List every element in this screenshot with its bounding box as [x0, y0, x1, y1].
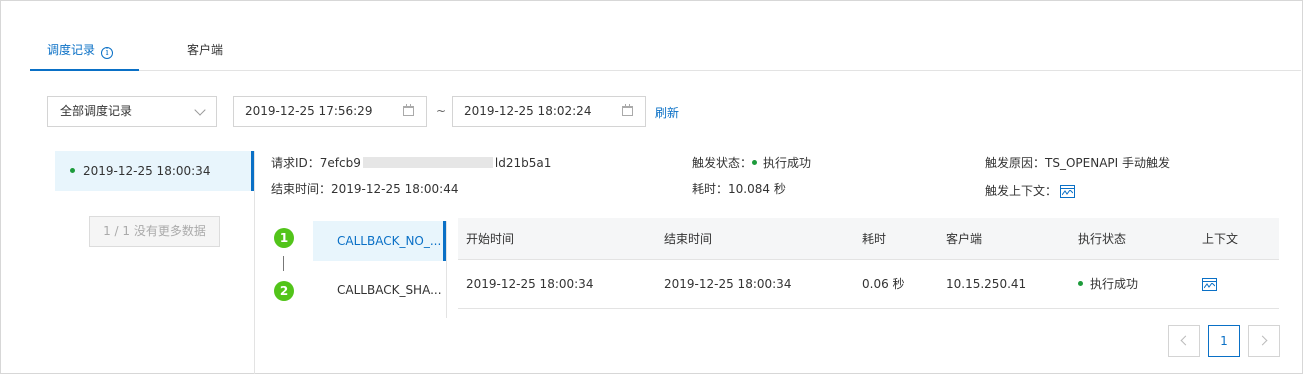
record-list-item[interactable]: 2019-12-25 18:00:34 — [55, 151, 254, 191]
status-dot — [1078, 281, 1083, 286]
step-item-callback-sha[interactable]: CALLBACK_SHA... — [313, 270, 446, 310]
cell-client: 10.15.250.41 — [946, 277, 1027, 291]
step-number: 2 — [274, 281, 294, 301]
request-id: 请求ID：7efcb9 ld21b5a1 — [271, 156, 552, 170]
column-end-time: 结束时间 — [664, 232, 713, 246]
duration: 耗时：10.084 秒 — [692, 182, 786, 196]
record-time: 2019-12-25 18:00:34 — [83, 164, 211, 178]
column-duration: 耗时 — [862, 232, 887, 246]
step-connector — [283, 256, 284, 271]
tab-client[interactable]: 客户端 — [187, 30, 223, 71]
chevron-down-icon — [194, 104, 206, 116]
context-chart-icon[interactable] — [1060, 185, 1076, 198]
date-range-separator: ~ — [436, 104, 447, 118]
step-number: 1 — [274, 228, 294, 248]
tab-schedule-records[interactable]: 调度记录 i — [30, 30, 139, 71]
start-date-picker[interactable]: 2019-12-25 17:56:29 — [233, 96, 427, 127]
cell-context — [1202, 260, 1217, 309]
trigger-context: 触发上下文： — [985, 182, 1076, 199]
column-exec-status: 执行状态 — [1078, 232, 1127, 246]
cell-start-time: 2019-12-25 18:00:34 — [466, 277, 594, 291]
record-list: 2019-12-25 18:00:34 1 / 1 没有更多数据 — [55, 151, 255, 374]
record-type-select[interactable]: 全部调度记录 — [47, 96, 217, 127]
steps-divider — [446, 221, 447, 318]
end-time: 结束时间：2019-12-25 18:00:44 — [271, 182, 459, 196]
column-context: 上下文 — [1202, 232, 1239, 246]
start-date-value: 2019-12-25 17:56:29 — [245, 104, 373, 118]
cell-duration: 0.06 秒 — [862, 277, 905, 291]
chevron-right-icon — [1257, 335, 1268, 346]
next-page-button[interactable] — [1248, 325, 1280, 357]
cell-end-time: 2019-12-25 18:00:34 — [664, 277, 792, 291]
calendar-icon — [622, 104, 633, 116]
end-date-value: 2019-12-25 18:02:24 — [464, 104, 592, 118]
trigger-reason: 触发原因：TS_OPENAPI 手动触发 — [985, 156, 1171, 170]
column-client: 客户端 — [946, 232, 983, 246]
status-dot — [752, 160, 758, 165]
redacted-mask — [362, 157, 493, 168]
info-icon[interactable]: i — [101, 47, 114, 59]
trigger-status: 触发状态： 执行成功 — [692, 156, 812, 170]
context-chart-icon[interactable] — [1202, 278, 1217, 291]
chevron-left-icon — [1180, 335, 1191, 346]
table-row: 2019-12-25 18:00:34 2019-12-25 18:00:34 … — [458, 260, 1279, 309]
calendar-icon — [403, 104, 414, 116]
table-header: 开始时间 结束时间 耗时 客户端 执行状态 上下文 — [458, 218, 1279, 260]
status-dot — [70, 168, 75, 173]
tab-bar: 调度记录 i 客户端 — [30, 30, 1301, 71]
column-start-time: 开始时间 — [466, 232, 515, 246]
prev-page-button[interactable] — [1168, 325, 1200, 357]
step-item-callback-no[interactable]: CALLBACK_NO_... — [313, 221, 446, 261]
end-date-picker[interactable]: 2019-12-25 18:02:24 — [452, 96, 646, 127]
page-number-button[interactable]: 1 — [1208, 325, 1240, 357]
tab-label: 调度记录 — [47, 43, 96, 57]
no-more-data-button: 1 / 1 没有更多数据 — [89, 216, 220, 247]
cell-exec-status: 执行成功 — [1078, 260, 1138, 309]
record-type-value: 全部调度记录 — [60, 104, 133, 118]
refresh-link[interactable]: 刷新 — [655, 104, 679, 121]
